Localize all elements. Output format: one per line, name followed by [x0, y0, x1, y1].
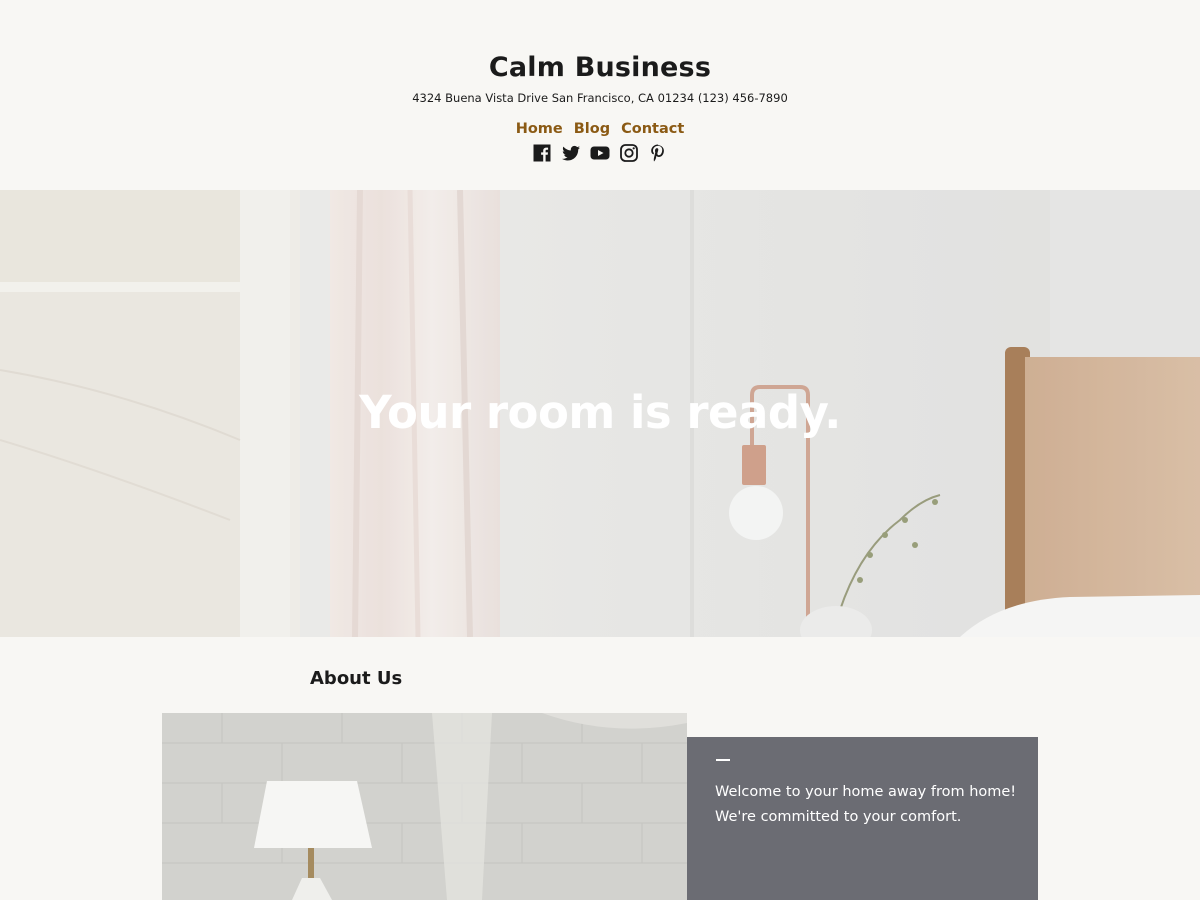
youtube-icon[interactable] [590, 143, 610, 163]
instagram-icon[interactable] [619, 143, 639, 163]
about-card: Welcome to your home away from home! We'… [687, 737, 1038, 900]
pinterest-icon[interactable] [648, 143, 668, 163]
twitter-icon[interactable] [561, 143, 581, 163]
site-tagline: 4324 Buena Vista Drive San Francisco, CA… [412, 91, 788, 105]
site-header: Calm Business 4324 Buena Vista Drive San… [0, 0, 1200, 190]
social-links [0, 143, 1200, 163]
nav-item-home[interactable]: Home [516, 121, 563, 137]
site-title[interactable]: Calm Business [0, 52, 1200, 83]
about-text: Welcome to your home away from home! We'… [715, 784, 1017, 825]
main-nav: Home Blog Contact [0, 121, 1200, 137]
about-image [162, 713, 687, 900]
nav-item-blog[interactable]: Blog [574, 121, 610, 137]
facebook-icon[interactable] [532, 143, 552, 163]
nav-item-contact[interactable]: Contact [621, 121, 684, 137]
about-heading: About Us [310, 668, 403, 689]
hero-title: Your room is ready. [359, 386, 841, 439]
hero-banner: Your room is ready. [0, 190, 1200, 637]
divider [716, 759, 730, 761]
